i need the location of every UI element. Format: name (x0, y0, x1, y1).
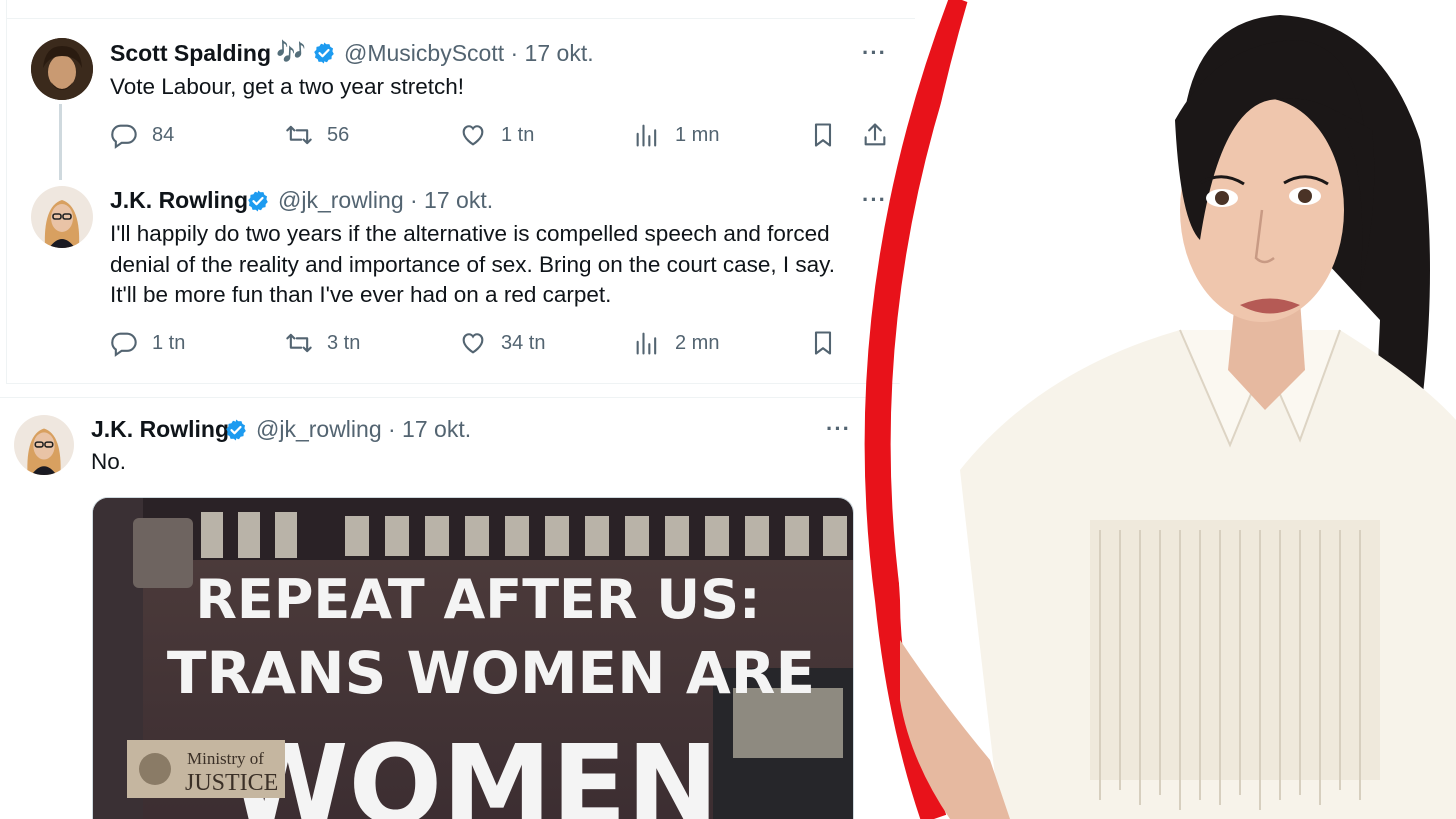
portrait-photo (896, 0, 1456, 819)
